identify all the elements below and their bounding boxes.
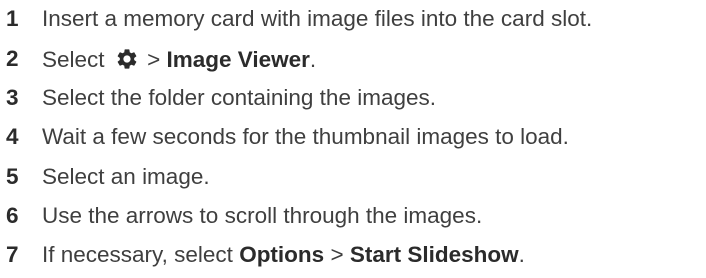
instruction-steps: 1 Insert a memory card with image files … (0, 0, 706, 275)
step-suffix: . (518, 242, 525, 268)
gear-icon (117, 49, 137, 69)
step-text: If necessary, select Options > Start Sli… (42, 242, 525, 268)
step-number: 2 (6, 45, 19, 71)
step-number: 6 (6, 202, 19, 228)
step-6: 6 Use the arrows to scroll through the i… (0, 196, 706, 235)
step-number: 7 (6, 242, 19, 268)
menu-separator: > (330, 242, 344, 268)
menu-target: Start Slideshow (349, 242, 519, 268)
step-prefix: If necessary, select (42, 242, 233, 268)
step-text: Select the folder containing the images. (42, 84, 436, 110)
step-suffix: . (309, 46, 317, 72)
step-prefix: Select (42, 46, 105, 72)
step-number: 3 (6, 84, 19, 110)
step-4: 4 Wait a few seconds for the thumbnail i… (0, 118, 706, 157)
step-number: 1 (6, 6, 19, 32)
step-text: Select an image. (42, 163, 210, 189)
step-number: 5 (6, 163, 19, 189)
step-5: 5 Select an image. (0, 157, 706, 196)
step-text: Insert a memory card with image files in… (42, 6, 593, 32)
menu-separator: > (147, 46, 161, 72)
menu-target: Image Viewer (166, 46, 310, 72)
step-2: 2 Select > Image Viewer. (0, 39, 706, 78)
step-text: Wait a few seconds for the thumbnail ima… (42, 124, 569, 150)
step-1: 1 Insert a memory card with image files … (0, 0, 706, 39)
step-7: 7 If necessary, select Options > Start S… (0, 236, 706, 275)
step-text: Select > Image Viewer. (42, 47, 316, 72)
step-3: 3 Select the folder containing the image… (0, 79, 706, 118)
step-number: 4 (6, 124, 19, 150)
menu-options: Options (239, 242, 325, 268)
step-text: Use the arrows to scroll through the ima… (42, 202, 483, 228)
